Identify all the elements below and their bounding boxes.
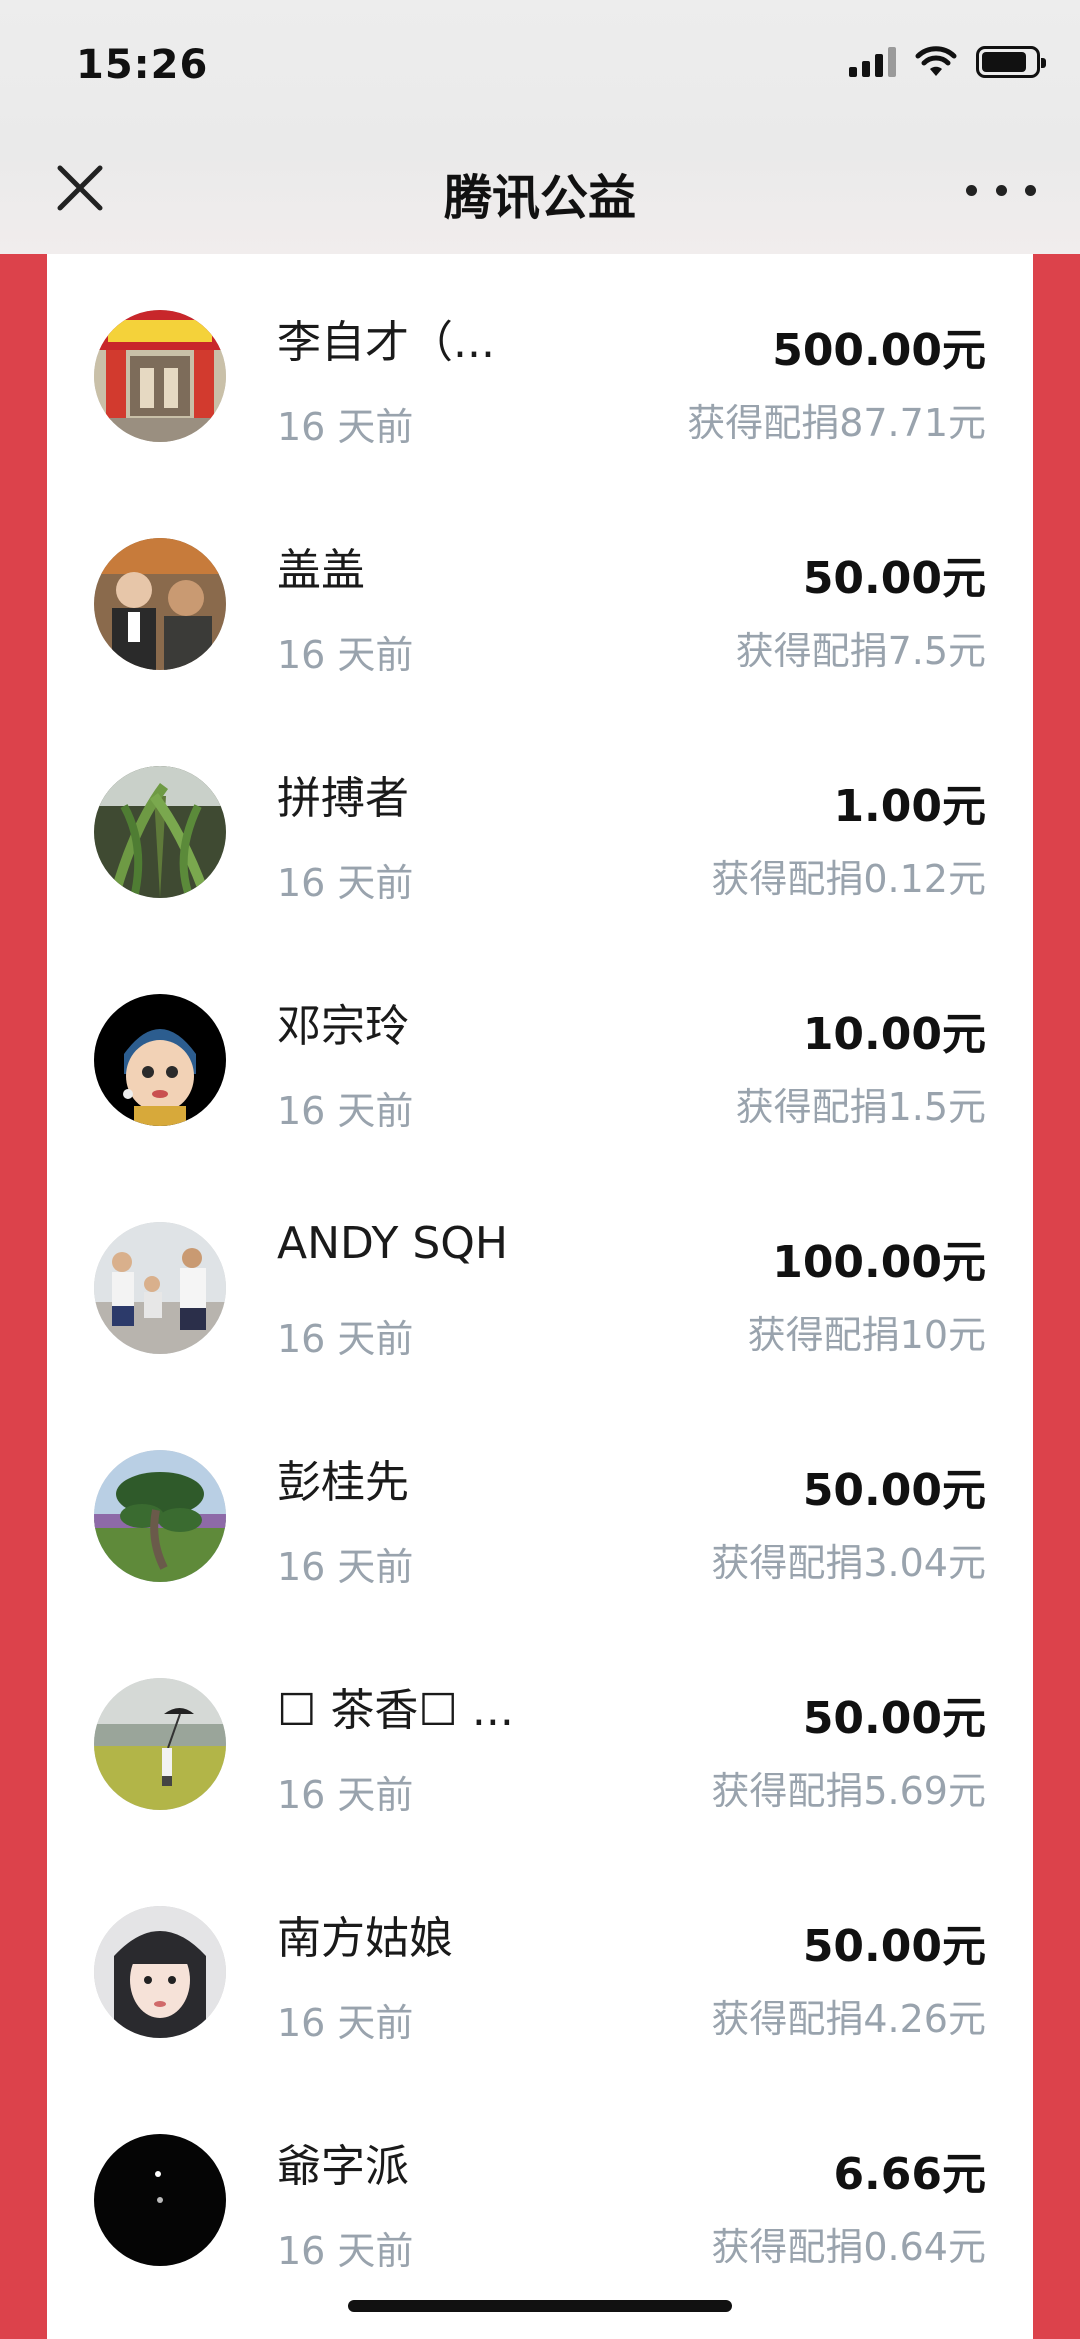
home-indicator[interactable] <box>348 2300 732 2312</box>
more-options-icon[interactable] <box>966 168 1036 212</box>
avatar <box>94 538 226 670</box>
avatar <box>94 310 226 442</box>
matched-donation: 获得配捐0.12元 <box>711 857 986 901</box>
donor-name: 邓宗玲 <box>277 1001 409 1052</box>
donation-amount: 6.66元 <box>833 2149 986 2200</box>
donor-name: 爺字派 <box>277 2141 409 2192</box>
matched-donation: 获得配捐1.5元 <box>735 1085 986 1129</box>
wifi-icon <box>915 46 957 76</box>
donor-name: ANDY SQH <box>277 1218 508 1269</box>
donation-amount: 100.00元 <box>772 1237 986 1288</box>
matched-donation: 获得配捐4.26元 <box>711 1997 986 2041</box>
donor-name: 盖盖 <box>277 545 365 596</box>
donor-name: ☐ 茶香☐ ... <box>277 1685 514 1736</box>
donor-name: 彭桂先 <box>277 1457 409 1508</box>
donation-time: 16 天前 <box>277 2001 414 2045</box>
list-item[interactable]: 南方姑娘 16 天前 50.00元 获得配捐4.26元 <box>47 1850 1033 2078</box>
matched-donation: 获得配捐3.04元 <box>711 1541 986 1585</box>
page: 15:26 腾讯公益 李自才（... 16 天前 500.00元 获得配捐87.… <box>0 0 1080 2339</box>
donation-amount: 50.00元 <box>802 1465 986 1516</box>
list-item[interactable]: 盖盖 16 天前 50.00元 获得配捐7.5元 <box>47 482 1033 710</box>
donation-amount: 50.00元 <box>802 553 986 604</box>
list-item[interactable]: ANDY SQH 16 天前 100.00元 获得配捐10元 <box>47 1166 1033 1394</box>
donation-amount: 10.00元 <box>802 1009 986 1060</box>
status-icons <box>849 46 1046 78</box>
donation-amount: 50.00元 <box>802 1921 986 1972</box>
list-item[interactable]: 爺字派 16 天前 6.66元 获得配捐0.64元 <box>47 2078 1033 2306</box>
donation-time: 16 天前 <box>277 633 414 677</box>
donation-time: 16 天前 <box>277 1317 414 1361</box>
list-item[interactable]: 拼搏者 16 天前 1.00元 获得配捐0.12元 <box>47 710 1033 938</box>
donor-name: 拼搏者 <box>277 773 409 824</box>
donation-list: 李自才（... 16 天前 500.00元 获得配捐87.71元 盖盖 16 天… <box>47 254 1033 2339</box>
list-item[interactable]: ☐ 茶香☐ ... 16 天前 50.00元 获得配捐5.69元 <box>47 1622 1033 1850</box>
battery-icon <box>976 46 1046 78</box>
donation-time: 16 天前 <box>277 1089 414 1133</box>
donation-amount: 500.00元 <box>772 325 986 376</box>
matched-donation: 获得配捐5.69元 <box>711 1769 986 1813</box>
list-item[interactable]: 邓宗玲 16 天前 10.00元 获得配捐1.5元 <box>47 938 1033 1166</box>
matched-donation: 获得配捐87.71元 <box>687 401 986 445</box>
matched-donation: 获得配捐10元 <box>747 1313 986 1357</box>
list-item[interactable]: 彭桂先 16 天前 50.00元 获得配捐3.04元 <box>47 1394 1033 1622</box>
donation-amount: 50.00元 <box>802 1693 986 1744</box>
page-title: 腾讯公益 <box>443 170 636 226</box>
list-item[interactable]: 李自才（... 16 天前 500.00元 获得配捐87.71元 <box>47 254 1033 482</box>
donation-time: 16 天前 <box>277 2229 414 2273</box>
avatar <box>94 1678 226 1810</box>
donor-name: 李自才（... <box>277 317 495 368</box>
donation-amount: 1.00元 <box>833 781 986 832</box>
status-time: 15:26 <box>76 42 209 88</box>
cellular-signal-icon <box>849 47 896 77</box>
donation-time: 16 天前 <box>277 1773 414 1817</box>
donation-time: 16 天前 <box>277 861 414 905</box>
donor-name: 南方姑娘 <box>277 1913 453 1964</box>
matched-donation: 获得配捐0.64元 <box>711 2225 986 2269</box>
avatar <box>94 2134 226 2266</box>
matched-donation: 获得配捐7.5元 <box>735 629 986 673</box>
avatar <box>94 1906 226 2038</box>
donation-time: 16 天前 <box>277 1545 414 1589</box>
avatar <box>94 766 226 898</box>
avatar <box>94 994 226 1126</box>
avatar <box>94 1222 226 1354</box>
top-chrome: 15:26 腾讯公益 <box>0 0 1080 254</box>
avatar <box>94 1450 226 1582</box>
donation-time: 16 天前 <box>277 405 414 449</box>
